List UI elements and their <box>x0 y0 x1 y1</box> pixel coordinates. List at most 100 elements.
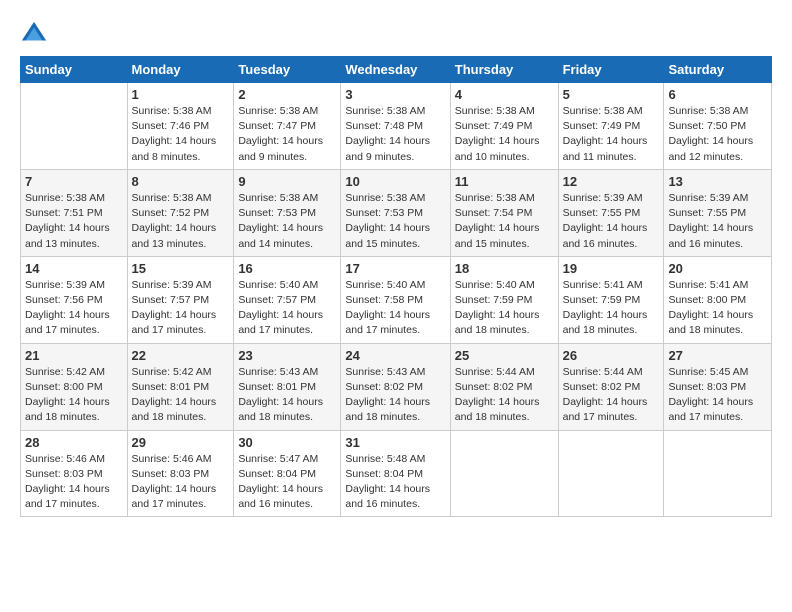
day-info: Sunrise: 5:38 AM Sunset: 7:52 PM Dayligh… <box>132 191 230 252</box>
calendar: Sunday Monday Tuesday Wednesday Thursday… <box>20 56 772 517</box>
day-number: 12 <box>563 174 660 189</box>
col-monday: Monday <box>127 57 234 83</box>
calendar-cell: 12 Sunrise: 5:39 AM Sunset: 7:55 PM Dayli… <box>558 169 664 256</box>
day-number: 29 <box>132 435 230 450</box>
calendar-cell: 1 Sunrise: 5:38 AM Sunset: 7:46 PM Daylig… <box>127 83 234 170</box>
col-wednesday: Wednesday <box>341 57 450 83</box>
day-number: 16 <box>238 261 336 276</box>
day-info: Sunrise: 5:46 AM Sunset: 8:03 PM Dayligh… <box>25 452 123 513</box>
header <box>20 16 772 48</box>
logo-icon <box>20 20 48 48</box>
day-info: Sunrise: 5:38 AM Sunset: 7:47 PM Dayligh… <box>238 104 336 165</box>
col-sunday: Sunday <box>21 57 128 83</box>
calendar-week-4: 28 Sunrise: 5:46 AM Sunset: 8:03 PM Dayli… <box>21 430 772 517</box>
calendar-week-1: 7 Sunrise: 5:38 AM Sunset: 7:51 PM Daylig… <box>21 169 772 256</box>
day-number: 21 <box>25 348 123 363</box>
day-number: 24 <box>345 348 445 363</box>
day-number: 1 <box>132 87 230 102</box>
day-info: Sunrise: 5:44 AM Sunset: 8:02 PM Dayligh… <box>563 365 660 426</box>
day-info: Sunrise: 5:47 AM Sunset: 8:04 PM Dayligh… <box>238 452 336 513</box>
day-number: 2 <box>238 87 336 102</box>
day-number: 28 <box>25 435 123 450</box>
day-number: 26 <box>563 348 660 363</box>
calendar-cell: 15 Sunrise: 5:39 AM Sunset: 7:57 PM Dayli… <box>127 256 234 343</box>
day-info: Sunrise: 5:38 AM Sunset: 7:49 PM Dayligh… <box>455 104 554 165</box>
calendar-cell: 30Sunrise: 5:47 AM Sunset: 8:04 PM Dayli… <box>234 430 341 517</box>
calendar-cell: 29 Sunrise: 5:46 AM Sunset: 8:03 PM Dayli… <box>127 430 234 517</box>
day-number: 9 <box>238 174 336 189</box>
day-number: 11 <box>455 174 554 189</box>
day-number: 13 <box>668 174 767 189</box>
col-thursday: Thursday <box>450 57 558 83</box>
day-number: 31 <box>345 435 445 450</box>
col-friday: Friday <box>558 57 664 83</box>
calendar-cell: 21 Sunrise: 5:42 AM Sunset: 8:00 PM Dayli… <box>21 343 128 430</box>
day-number: 14 <box>25 261 123 276</box>
day-number: 8 <box>132 174 230 189</box>
calendar-cell: 14 Sunrise: 5:39 AM Sunset: 7:56 PM Dayli… <box>21 256 128 343</box>
col-saturday: Saturday <box>664 57 772 83</box>
day-info: Sunrise: 5:38 AM Sunset: 7:46 PM Dayligh… <box>132 104 230 165</box>
day-number: 20 <box>668 261 767 276</box>
calendar-cell: 19 Sunrise: 5:41 AM Sunset: 7:59 PM Dayli… <box>558 256 664 343</box>
day-info: Sunrise: 5:38 AM Sunset: 7:53 PM Dayligh… <box>238 191 336 252</box>
calendar-cell: 27 Sunrise: 5:45 AM Sunset: 8:03 PM Dayli… <box>664 343 772 430</box>
day-info: Sunrise: 5:41 AM Sunset: 8:00 PM Dayligh… <box>668 278 767 339</box>
calendar-cell: 22 Sunrise: 5:42 AM Sunset: 8:01 PM Dayli… <box>127 343 234 430</box>
calendar-week-3: 21 Sunrise: 5:42 AM Sunset: 8:00 PM Dayli… <box>21 343 772 430</box>
day-info: Sunrise: 5:48 AM Sunset: 8:04 PM Dayligh… <box>345 452 445 513</box>
calendar-cell <box>664 430 772 517</box>
day-info: Sunrise: 5:46 AM Sunset: 8:03 PM Dayligh… <box>132 452 230 513</box>
calendar-cell: 26 Sunrise: 5:44 AM Sunset: 8:02 PM Dayli… <box>558 343 664 430</box>
calendar-cell: 4 Sunrise: 5:38 AM Sunset: 7:49 PM Daylig… <box>450 83 558 170</box>
calendar-cell: 18 Sunrise: 5:40 AM Sunset: 7:59 PM Dayli… <box>450 256 558 343</box>
calendar-cell: 6Sunrise: 5:38 AM Sunset: 7:50 PM Daylig… <box>664 83 772 170</box>
calendar-cell: 16Sunrise: 5:40 AM Sunset: 7:57 PM Dayli… <box>234 256 341 343</box>
day-info: Sunrise: 5:43 AM Sunset: 8:01 PM Dayligh… <box>238 365 336 426</box>
calendar-cell <box>558 430 664 517</box>
calendar-cell: 7 Sunrise: 5:38 AM Sunset: 7:51 PM Daylig… <box>21 169 128 256</box>
calendar-header-row: Sunday Monday Tuesday Wednesday Thursday… <box>21 57 772 83</box>
calendar-cell: 24 Sunrise: 5:43 AM Sunset: 8:02 PM Dayli… <box>341 343 450 430</box>
day-number: 7 <box>25 174 123 189</box>
calendar-cell: 3Sunrise: 5:38 AM Sunset: 7:48 PM Daylig… <box>341 83 450 170</box>
day-number: 18 <box>455 261 554 276</box>
col-tuesday: Tuesday <box>234 57 341 83</box>
day-number: 25 <box>455 348 554 363</box>
day-number: 23 <box>238 348 336 363</box>
day-info: Sunrise: 5:42 AM Sunset: 8:00 PM Dayligh… <box>25 365 123 426</box>
day-number: 19 <box>563 261 660 276</box>
day-info: Sunrise: 5:40 AM Sunset: 7:59 PM Dayligh… <box>455 278 554 339</box>
day-info: Sunrise: 5:42 AM Sunset: 8:01 PM Dayligh… <box>132 365 230 426</box>
day-number: 27 <box>668 348 767 363</box>
day-info: Sunrise: 5:39 AM Sunset: 7:55 PM Dayligh… <box>668 191 767 252</box>
day-info: Sunrise: 5:44 AM Sunset: 8:02 PM Dayligh… <box>455 365 554 426</box>
page: Sunday Monday Tuesday Wednesday Thursday… <box>0 0 792 612</box>
day-info: Sunrise: 5:40 AM Sunset: 7:58 PM Dayligh… <box>345 278 445 339</box>
calendar-week-0: 1 Sunrise: 5:38 AM Sunset: 7:46 PM Daylig… <box>21 83 772 170</box>
day-info: Sunrise: 5:41 AM Sunset: 7:59 PM Dayligh… <box>563 278 660 339</box>
day-info: Sunrise: 5:38 AM Sunset: 7:49 PM Dayligh… <box>563 104 660 165</box>
day-info: Sunrise: 5:38 AM Sunset: 7:51 PM Dayligh… <box>25 191 123 252</box>
day-info: Sunrise: 5:38 AM Sunset: 7:48 PM Dayligh… <box>345 104 445 165</box>
calendar-cell <box>21 83 128 170</box>
calendar-cell: 13 Sunrise: 5:39 AM Sunset: 7:55 PM Dayli… <box>664 169 772 256</box>
day-number: 22 <box>132 348 230 363</box>
day-number: 17 <box>345 261 445 276</box>
calendar-cell: 17 Sunrise: 5:40 AM Sunset: 7:58 PM Dayli… <box>341 256 450 343</box>
day-number: 15 <box>132 261 230 276</box>
calendar-cell: 5 Sunrise: 5:38 AM Sunset: 7:49 PM Daylig… <box>558 83 664 170</box>
day-info: Sunrise: 5:45 AM Sunset: 8:03 PM Dayligh… <box>668 365 767 426</box>
day-info: Sunrise: 5:39 AM Sunset: 7:57 PM Dayligh… <box>132 278 230 339</box>
day-info: Sunrise: 5:38 AM Sunset: 7:54 PM Dayligh… <box>455 191 554 252</box>
day-info: Sunrise: 5:38 AM Sunset: 7:53 PM Dayligh… <box>345 191 445 252</box>
day-info: Sunrise: 5:43 AM Sunset: 8:02 PM Dayligh… <box>345 365 445 426</box>
day-info: Sunrise: 5:39 AM Sunset: 7:55 PM Dayligh… <box>563 191 660 252</box>
calendar-cell: 2 Sunrise: 5:38 AM Sunset: 7:47 PM Daylig… <box>234 83 341 170</box>
day-number: 5 <box>563 87 660 102</box>
calendar-week-2: 14 Sunrise: 5:39 AM Sunset: 7:56 PM Dayli… <box>21 256 772 343</box>
logo <box>20 20 52 48</box>
day-number: 4 <box>455 87 554 102</box>
calendar-cell: 31 Sunrise: 5:48 AM Sunset: 8:04 PM Dayli… <box>341 430 450 517</box>
day-info: Sunrise: 5:39 AM Sunset: 7:56 PM Dayligh… <box>25 278 123 339</box>
